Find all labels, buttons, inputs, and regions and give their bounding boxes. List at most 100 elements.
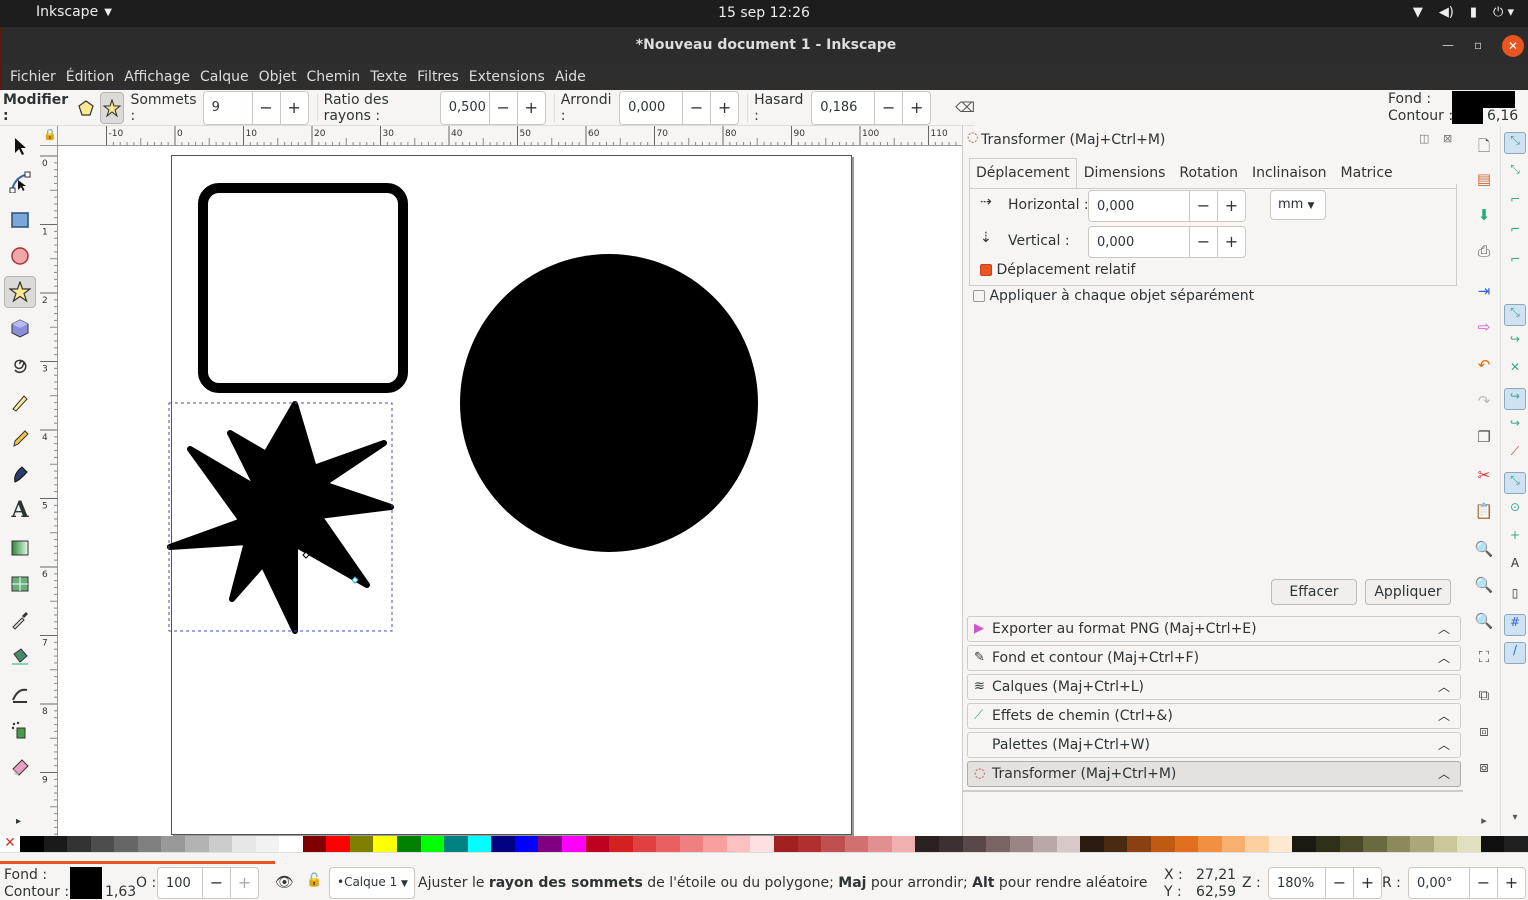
snap-page-border-icon[interactable]: ▯ xyxy=(1504,586,1526,608)
snap-midpoints-icon[interactable]: ⟋ xyxy=(1504,444,1526,466)
color-swatch[interactable] xyxy=(938,836,963,852)
more-commands-icon[interactable]: ▸ xyxy=(1472,814,1496,838)
plus-icon[interactable]: + xyxy=(902,91,930,124)
snap-bbox-corners-icon[interactable]: ⌐ xyxy=(1504,222,1526,244)
color-swatch[interactable] xyxy=(491,836,515,852)
arrondi-spinbox[interactable]: 0,000− + xyxy=(619,90,740,125)
lock-guides-icon[interactable]: 🔒 xyxy=(40,126,58,146)
new-document-icon[interactable]: 🗋 xyxy=(1472,136,1496,160)
snap-guides-icon[interactable]: / xyxy=(1504,642,1526,664)
cut-icon[interactable]: ✂ xyxy=(1472,466,1496,490)
print-icon[interactable]: ⎙ xyxy=(1472,242,1496,266)
color-swatch[interactable] xyxy=(915,836,939,852)
snap-bbox-midpoints-icon[interactable]: ⌐ xyxy=(1504,252,1526,274)
color-swatch[interactable] xyxy=(255,836,280,852)
color-swatch[interactable] xyxy=(349,836,374,852)
color-swatch[interactable] xyxy=(161,836,185,852)
unlink-clone-icon[interactable]: ⧇ xyxy=(1472,758,1496,782)
gradient-tool[interactable] xyxy=(4,532,36,564)
zoom-width-icon[interactable]: ⛶ xyxy=(1472,648,1496,672)
clear-button[interactable]: Effacer xyxy=(1271,579,1357,605)
plus-icon[interactable]: + xyxy=(1353,868,1381,898)
color-swatch[interactable] xyxy=(821,836,845,852)
color-swatch[interactable] xyxy=(891,836,916,852)
panel-palettes[interactable]: Palettes (Maj+Ctrl+W) ︿ xyxy=(967,732,1461,758)
menu-fichier[interactable]: Fichier xyxy=(10,69,56,85)
minus-icon[interactable]: − xyxy=(874,91,902,124)
zoom-spinbox[interactable]: 180% − + xyxy=(1268,867,1382,899)
circle-tool[interactable] xyxy=(4,240,36,272)
color-swatch[interactable] xyxy=(538,836,562,852)
vertical-value[interactable]: 0,000 xyxy=(1089,235,1189,250)
hasard-spinbox[interactable]: 0,186− + xyxy=(811,90,932,125)
snap-enable-icon[interactable]: ⤡ xyxy=(1504,132,1526,154)
minus-icon[interactable]: − xyxy=(251,91,280,124)
color-swatch[interactable] xyxy=(1103,836,1128,852)
pencil-tool[interactable] xyxy=(4,422,36,454)
color-swatch[interactable] xyxy=(1339,836,1364,852)
redo-icon[interactable]: ↷ xyxy=(1472,392,1496,416)
minus-icon[interactable]: − xyxy=(202,868,230,898)
minus-icon[interactable]: − xyxy=(488,91,517,124)
menu-filtres[interactable]: Filtres xyxy=(417,69,459,85)
menu-texte[interactable]: Texte xyxy=(370,69,407,85)
rotation-value[interactable]: 0,00° xyxy=(1409,876,1469,891)
export-icon[interactable]: ⇨ xyxy=(1472,318,1496,342)
opacity-spinbox[interactable]: 100− + xyxy=(157,867,259,899)
undo-icon[interactable]: ↶ xyxy=(1472,356,1496,380)
status-style-swatch[interactable] xyxy=(70,867,102,899)
color-swatch[interactable] xyxy=(67,836,91,852)
color-swatch[interactable] xyxy=(1198,836,1222,852)
color-swatch[interactable] xyxy=(232,836,256,852)
snap-nodes-icon[interactable]: ⤡ xyxy=(1504,304,1526,326)
minus-icon[interactable]: − xyxy=(1189,227,1217,257)
hasard-value[interactable]: 0,186 xyxy=(812,100,874,115)
clock[interactable]: 15 sep 12:26 xyxy=(0,5,1528,21)
snap-bbox-icon[interactable]: ⤡ xyxy=(1504,162,1526,184)
color-swatch[interactable] xyxy=(585,836,610,852)
reset-defaults-icon[interactable]: ⌫ xyxy=(955,100,975,116)
zoom-drawing-icon[interactable]: 🔍 xyxy=(1472,576,1496,600)
duplicate-icon[interactable]: ⧉ xyxy=(1472,686,1496,710)
bezier-tool[interactable] xyxy=(4,386,36,418)
open-icon[interactable]: ▤ xyxy=(1472,170,1496,194)
color-swatch[interactable] xyxy=(1386,836,1411,852)
zoom-selection-icon[interactable]: 🔍 xyxy=(1472,540,1496,564)
plus-icon[interactable]: + xyxy=(710,91,738,124)
color-swatch[interactable] xyxy=(1410,836,1434,852)
color-swatch[interactable] xyxy=(373,836,397,852)
color-swatch[interactable] xyxy=(797,836,822,852)
color-swatch[interactable] xyxy=(1315,836,1340,852)
panel-transform[interactable]: ◌ Transformer (Maj+Ctrl+M) ︿ xyxy=(967,761,1461,787)
horizontal-spinbox[interactable]: 0,000− + xyxy=(1088,190,1246,222)
panel-close-icon[interactable]: ⊠ xyxy=(1443,132,1452,145)
polygon-mode-icon[interactable] xyxy=(75,93,98,123)
vertical-ruler[interactable]: 0 1 2 3 4 5 6 7 8 9 xyxy=(40,146,58,836)
color-swatch[interactable] xyxy=(868,836,892,852)
paint-bucket-tool[interactable] xyxy=(4,640,36,672)
color-swatch[interactable] xyxy=(561,836,586,852)
rounded-square-shape[interactable] xyxy=(198,183,408,393)
color-swatch[interactable] xyxy=(326,836,350,852)
plus-icon[interactable]: + xyxy=(230,868,258,898)
selector-tool[interactable] xyxy=(4,130,36,162)
black-circle-shape[interactable] xyxy=(460,254,758,552)
color-swatch[interactable] xyxy=(43,836,68,852)
color-swatch[interactable] xyxy=(1480,836,1505,852)
ratio-spinbox[interactable]: 0,500− + xyxy=(439,90,546,125)
sommets-value[interactable]: 9 xyxy=(204,100,252,115)
plus-icon[interactable]: + xyxy=(1217,227,1245,257)
rectangle-tool[interactable] xyxy=(4,204,36,236)
horizontal-ruler[interactable]: -10 0 10 20 30 40 50 60 70 80 90 100 110 xyxy=(58,126,962,146)
minus-icon[interactable]: − xyxy=(1469,868,1497,898)
more-snap-icon[interactable]: ▾ xyxy=(1504,812,1526,834)
snap-centers-icon[interactable]: ⊙ xyxy=(1504,500,1526,522)
color-swatch[interactable] xyxy=(1221,836,1246,852)
panel-layers[interactable]: ≋ Calques (Maj+Ctrl+L) ︿ xyxy=(967,674,1461,700)
color-swatch[interactable] xyxy=(420,836,445,852)
mesh-tool[interactable] xyxy=(4,568,36,600)
color-swatch[interactable] xyxy=(114,836,138,852)
clone-icon[interactable]: ⧈ xyxy=(1472,722,1496,746)
menu-aide[interactable]: Aide xyxy=(555,69,586,85)
opacity-value[interactable]: 100 xyxy=(158,876,202,891)
